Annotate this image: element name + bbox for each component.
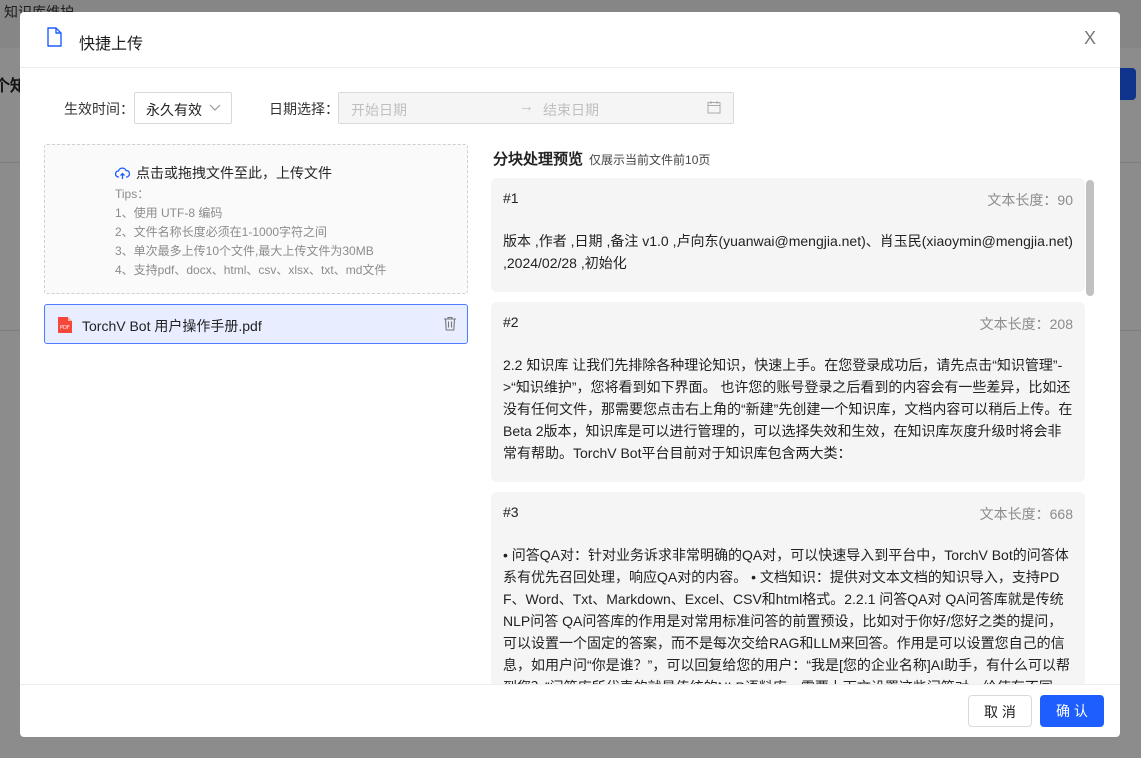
quick-upload-modal: 快捷上传 X 生效时间： 永久有效 日期选择： 开始日期 → 结束日期 点击或拖…: [20, 12, 1120, 737]
start-date-input[interactable]: 开始日期: [351, 100, 407, 120]
upload-dragger[interactable]: 点击或拖拽文件至此，上传文件 Tips： 1、使用 UTF-8 编码 2、文件名…: [44, 144, 468, 294]
scrollbar-thumb[interactable]: [1086, 180, 1094, 296]
modal-title: 快捷上传: [79, 36, 144, 53]
upload-prompt: 点击或拖拽文件至此，上传文件: [114, 163, 332, 183]
end-date-input[interactable]: 结束日期: [543, 100, 599, 120]
preview-scrollbar[interactable]: [1085, 178, 1095, 684]
tips-title: Tips：: [115, 187, 150, 201]
filter-row: 生效时间： 永久有效 日期选择： 开始日期 → 结束日期: [20, 92, 1120, 124]
effective-time-label: 生效时间：: [64, 101, 134, 117]
chunk-length: 文本长度：90: [987, 192, 1073, 208]
chunk-card: #1 文本长度：90 版本 ,作者 ,日期 ,备注 v1.0 ,卢向东(yuan…: [491, 178, 1085, 292]
delete-icon[interactable]: [443, 316, 457, 336]
tip-item: 4、支持pdf、docx、html、csv、xlsx、txt、md文件: [115, 263, 387, 277]
chunk-text: 版本 ,作者 ,日期 ,备注 v1.0 ,卢向东(yuanwai@mengjia…: [503, 233, 1073, 271]
upload-tips: Tips： 1、使用 UTF-8 编码 2、文件名称长度必须在1-1000字符之…: [115, 185, 386, 280]
chunk-preview-list[interactable]: #1 文本长度：90 版本 ,作者 ,日期 ,备注 v1.0 ,卢向东(yuan…: [491, 178, 1097, 684]
chunk-text: 2.2 知识库 让我们先排除各种理论知识，快速上手。在您登录成功后，请先点击“知…: [503, 357, 1073, 461]
preview-title: 分块处理预览: [493, 151, 584, 168]
file-name: TorchV Bot 用户操作手册.pdf: [82, 318, 262, 334]
preview-header: 分块处理预览 仅展示当前文件前10页: [493, 148, 710, 169]
modal-footer: 取 消 确 认: [20, 684, 1120, 737]
date-select-label: 日期选择：: [269, 101, 339, 117]
cloud-upload-icon: [114, 167, 131, 183]
pdf-file-icon: PDF: [57, 316, 73, 339]
svg-text:PDF: PDF: [60, 325, 70, 331]
chunk-id: #2: [503, 314, 519, 330]
effective-time-value: 永久有效: [146, 102, 202, 118]
tip-item: 1、使用 UTF-8 编码: [115, 206, 223, 220]
document-icon: [46, 27, 62, 52]
chunk-card: #2 文本长度：208 2.2 知识库 让我们先排除各种理论知识，快速上手。在您…: [491, 302, 1085, 482]
preview-subtitle: 仅展示当前文件前10页: [589, 153, 711, 167]
date-range-picker[interactable]: 开始日期 → 结束日期: [338, 92, 734, 124]
chunk-length: 文本长度：668: [979, 506, 1073, 522]
chunk-id: #3: [503, 504, 519, 520]
calendar-icon: [707, 100, 721, 119]
chunk-length: 文本长度：208: [979, 316, 1073, 332]
confirm-button[interactable]: 确 认: [1040, 695, 1104, 727]
effective-time-select[interactable]: 永久有效: [134, 92, 232, 124]
uploaded-file-item[interactable]: PDF TorchV Bot 用户操作手册.pdf: [44, 304, 468, 344]
chunk-text: • 问答QA对：针对业务诉求非常明确的QA对，可以快速导入到平台中，TorchV…: [503, 547, 1070, 684]
cancel-button[interactable]: 取 消: [968, 695, 1032, 727]
close-button[interactable]: X: [1084, 28, 1096, 49]
tip-item: 2、文件名称长度必须在1-1000字符之间: [115, 225, 328, 239]
chevron-down-icon: [209, 99, 221, 120]
chunk-card: #3 文本长度：668 • 问答QA对：针对业务诉求非常明确的QA对，可以快速导…: [491, 492, 1085, 684]
arrow-right-icon: →: [519, 98, 534, 115]
upload-main-text: 点击或拖拽文件至此，上传文件: [136, 165, 332, 181]
modal-header: 快捷上传 X: [20, 12, 1120, 68]
chunk-id: #1: [503, 190, 519, 206]
tip-item: 3、单次最多上传10个文件,最大上传文件为30MB: [115, 244, 374, 258]
